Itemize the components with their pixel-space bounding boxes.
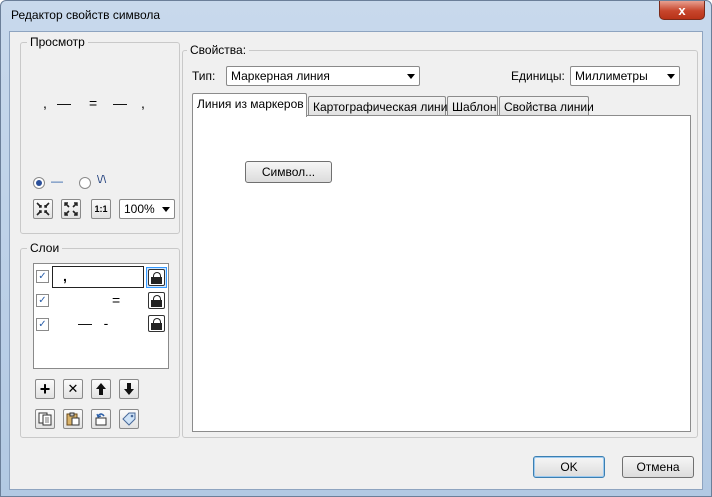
close-icon: x bbox=[678, 2, 686, 18]
delete-icon: ✕ bbox=[67, 381, 79, 396]
paste-icon bbox=[66, 412, 80, 426]
chevron-down-icon bbox=[407, 74, 415, 79]
layer-symbol: — - bbox=[78, 315, 109, 331]
ok-button-label: OK bbox=[560, 460, 578, 474]
layer-row[interactable]: ✓ — - bbox=[34, 314, 166, 336]
unlock-icon[interactable] bbox=[148, 315, 165, 332]
layer-visible-checkbox[interactable]: ✓ bbox=[36, 270, 49, 283]
tab-label: Свойства линии bbox=[504, 100, 594, 114]
remove-layer-button[interactable]: ✕ bbox=[63, 379, 83, 399]
tab-template[interactable]: Шаблон bbox=[447, 96, 498, 116]
layer-row[interactable]: ✓ = bbox=[34, 290, 166, 312]
lock-icon[interactable] bbox=[148, 292, 165, 309]
tab-panel: Символ... bbox=[192, 115, 691, 432]
preview-symbol: — bbox=[57, 95, 71, 111]
move-layer-up-button[interactable] bbox=[91, 379, 111, 399]
layers-group: Слои ✓ , ✓ = ✓ — - + ✕ bbox=[20, 241, 180, 438]
preview-group-label: Просмотр bbox=[27, 35, 88, 49]
symbol-button[interactable]: Символ... bbox=[245, 161, 332, 183]
cancel-button[interactable]: Отмена bbox=[622, 456, 694, 478]
chevron-down-icon bbox=[667, 74, 675, 79]
symbol-button-label: Символ... bbox=[261, 165, 316, 179]
layer-visible-checkbox[interactable]: ✓ bbox=[36, 318, 49, 331]
chevron-down-icon bbox=[162, 207, 170, 212]
plus-icon: + bbox=[39, 379, 51, 399]
type-select[interactable]: Маркерная линия bbox=[226, 66, 420, 86]
layer-row[interactable]: ✓ , bbox=[34, 266, 167, 288]
radio-wave-view[interactable] bbox=[79, 177, 91, 189]
radio-line-view[interactable] bbox=[33, 177, 45, 189]
arrow-up-icon bbox=[96, 383, 106, 395]
tab-marker-line[interactable]: Линия из маркеров bbox=[192, 93, 307, 117]
tag-icon bbox=[122, 412, 136, 426]
type-value: Маркерная линия bbox=[231, 69, 330, 83]
window-title: Редактор свойств символа bbox=[11, 8, 161, 22]
tab-label: Линия из маркеров bbox=[197, 97, 304, 111]
cancel-button-label: Отмена bbox=[636, 460, 680, 474]
properties-group-label: Свойства: bbox=[187, 43, 250, 57]
layer-symbol: , bbox=[63, 268, 67, 284]
preview-symbol: , bbox=[43, 95, 47, 111]
type-label: Тип: bbox=[192, 69, 216, 83]
ok-button[interactable]: OK bbox=[533, 456, 605, 478]
zoom-out-button[interactable] bbox=[33, 199, 53, 219]
actual-size-button[interactable]: 1:1 bbox=[91, 199, 111, 219]
arrow-down-icon bbox=[124, 383, 134, 395]
layer-lock-selected bbox=[146, 267, 167, 288]
actual-size-icon: 1:1 bbox=[94, 204, 108, 214]
copy-layer-button[interactable] bbox=[35, 409, 55, 429]
tab-line-properties[interactable]: Свойства линии bbox=[499, 96, 594, 116]
copy-icon bbox=[38, 412, 52, 426]
units-select[interactable]: Миллиметры bbox=[570, 66, 680, 86]
layer-symbol: = bbox=[112, 292, 121, 308]
title-bar[interactable]: Редактор свойств символа bbox=[1, 1, 711, 31]
layer-symbol-selected: , bbox=[52, 266, 144, 288]
close-button[interactable]: x bbox=[659, 1, 705, 20]
zoom-in-button[interactable] bbox=[61, 199, 81, 219]
layers-group-label: Слои bbox=[27, 241, 63, 255]
move-layer-down-button[interactable] bbox=[119, 379, 139, 399]
line-view-icon: — bbox=[51, 174, 63, 188]
preview-group: Просмотр , — = — , — \/\ 1:1 100% bbox=[20, 35, 180, 234]
lock-icon[interactable] bbox=[148, 269, 165, 286]
undo-icon bbox=[95, 413, 107, 426]
units-label: Единицы: bbox=[511, 69, 565, 83]
layers-list[interactable]: ✓ , ✓ = ✓ — - bbox=[33, 263, 169, 369]
dialog-client-area: Просмотр , — = — , — \/\ 1:1 100% Слои ✓… bbox=[9, 31, 703, 490]
zoom-value: 100% bbox=[124, 202, 155, 216]
tag-layer-button[interactable] bbox=[119, 409, 139, 429]
zoom-out-icon bbox=[36, 202, 50, 216]
preview-symbol: , bbox=[141, 95, 145, 111]
wave-view-icon: \/\ bbox=[97, 174, 107, 186]
zoom-select[interactable]: 100% bbox=[119, 199, 175, 219]
restore-layer-button[interactable] bbox=[91, 409, 111, 429]
units-value: Миллиметры bbox=[575, 69, 648, 83]
layer-visible-checkbox[interactable]: ✓ bbox=[36, 294, 49, 307]
tab-label: Шаблон bbox=[452, 100, 497, 114]
dialog-window: Редактор свойств символа x Просмотр , — … bbox=[0, 0, 712, 497]
preview-symbol: = bbox=[89, 95, 98, 111]
preview-symbol: — bbox=[113, 95, 127, 111]
tab-cartographic-line[interactable]: Картографическая линия bbox=[308, 96, 454, 116]
preview-canvas: , — = — , bbox=[29, 93, 169, 123]
tab-label: Картографическая линия bbox=[313, 100, 454, 114]
paste-layer-button[interactable] bbox=[63, 409, 83, 429]
add-layer-button[interactable]: + bbox=[35, 379, 55, 399]
zoom-in-icon bbox=[64, 202, 78, 216]
